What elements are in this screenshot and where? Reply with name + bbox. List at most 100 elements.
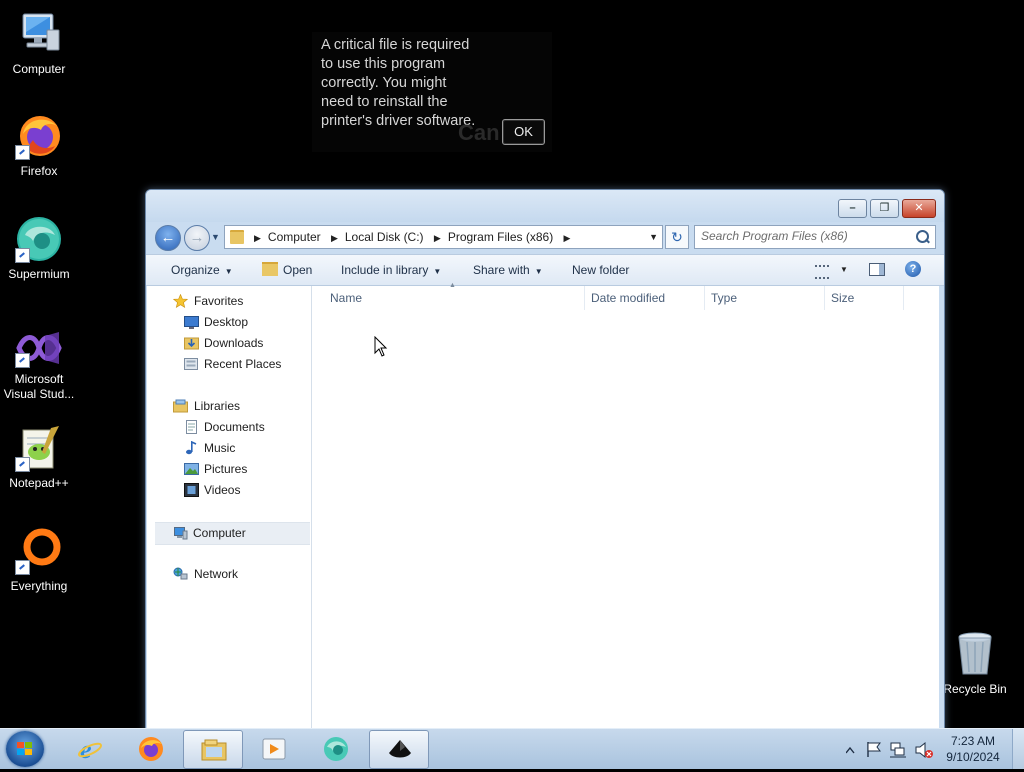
column-header-size[interactable]: Size: [825, 286, 904, 310]
supermium-icon: [15, 215, 63, 263]
desktop-icon-recycle-bin[interactable]: Recycle Bin: [940, 630, 1010, 696]
column-header-row: ▲ Name Date modified Type Size: [312, 282, 939, 310]
network-icon: [173, 567, 188, 581]
shortcut-arrow-icon: [15, 145, 30, 160]
shortcut-arrow-icon: [15, 353, 30, 368]
taskbar-internet-explorer[interactable]: e: [60, 730, 118, 767]
nav-item-computer[interactable]: Computer: [155, 522, 310, 545]
taskbar-firefox[interactable]: [121, 730, 179, 767]
breadcrumb-chevron-icon[interactable]: ▶: [254, 227, 261, 249]
clock-date: 9/10/2024: [946, 750, 1000, 764]
folder-icon: [230, 230, 244, 244]
recent-places-icon: [184, 357, 199, 371]
title-bar[interactable]: – ❐ ✕: [146, 190, 944, 222]
nav-item-videos[interactable]: Videos: [147, 480, 311, 501]
column-header-type[interactable]: Type: [705, 286, 825, 310]
breadcrumb-program-files-x86[interactable]: Program Files (x86): [448, 226, 553, 248]
nav-item-network[interactable]: Network: [147, 564, 311, 585]
nav-label: Computer: [193, 526, 246, 540]
address-dropdown-icon[interactable]: ▼: [649, 226, 658, 248]
chevron-down-icon: ▼: [534, 267, 543, 276]
view-options-dropdown-icon[interactable]: ▼: [840, 255, 848, 285]
refresh-button[interactable]: ↻: [665, 225, 689, 249]
search-box[interactable]: [694, 225, 936, 249]
taskbar-supermium[interactable]: [306, 730, 364, 767]
shortcut-arrow-icon: [15, 248, 30, 263]
include-in-library-button[interactable]: Include in library ▼: [341, 255, 441, 285]
back-button[interactable]: ←: [155, 225, 181, 251]
recent-pages-dropdown[interactable]: ▼: [211, 232, 220, 242]
desktop-icon-everything[interactable]: Everything: [0, 527, 78, 594]
network-tray-icon[interactable]: [890, 742, 906, 758]
recycle-bin-icon: [955, 630, 995, 678]
dialog-message: A critical file is required to use this …: [321, 37, 476, 129]
chevron-down-icon: ▼: [433, 267, 442, 276]
nav-label: Music: [204, 441, 236, 455]
navigation-pane: Favorites Desktop Downloads Recent Place…: [147, 286, 312, 735]
column-header-date-modified[interactable]: Date modified: [585, 286, 705, 310]
nav-item-music[interactable]: Music: [147, 438, 311, 459]
volume-muted-icon[interactable]: [915, 741, 933, 759]
taskbar-windows-explorer[interactable]: [183, 730, 243, 769]
computer-icon: [15, 10, 63, 58]
start-button[interactable]: [6, 731, 44, 767]
column-date-label: Date modified: [591, 291, 666, 305]
music-icon: [184, 440, 199, 455]
nav-item-downloads[interactable]: Downloads: [147, 333, 311, 354]
restore-button[interactable]: ❐: [870, 199, 899, 218]
new-folder-button[interactable]: New folder: [572, 255, 629, 285]
nav-item-libraries[interactable]: Libraries: [147, 396, 311, 417]
change-view-icon[interactable]: [815, 265, 829, 279]
preview-pane-icon[interactable]: [869, 263, 885, 276]
explorer-window: – ❐ ✕ ← → ▼ ▶ Computer ▶ Local Disk (C:) ▶…: [145, 189, 945, 736]
share-with-button[interactable]: Share with ▼: [473, 255, 543, 285]
desktop-icon-supermium[interactable]: Supermium: [0, 215, 78, 282]
nav-item-documents[interactable]: Documents: [147, 417, 311, 438]
forward-button[interactable]: →: [184, 225, 210, 251]
shortcut-arrow-icon: [15, 457, 30, 472]
search-input[interactable]: [701, 228, 909, 244]
nav-item-favorites[interactable]: Favorites: [147, 291, 311, 312]
desktop-icon-firefox[interactable]: Firefox: [0, 112, 78, 179]
organize-button[interactable]: Organize ▼: [171, 255, 233, 285]
address-bar[interactable]: ▶ Computer ▶ Local Disk (C:) ▶ Program File…: [224, 225, 663, 249]
visual-studio-icon: [15, 328, 63, 368]
taskbar-media-player[interactable]: [244, 730, 302, 767]
close-button[interactable]: ✕: [902, 199, 936, 218]
ok-button[interactable]: OK: [502, 119, 545, 145]
breadcrumb-chevron-icon[interactable]: ▶: [564, 227, 571, 249]
breadcrumb-chevron-icon[interactable]: ▶: [434, 227, 441, 249]
back-arrow-icon: ←: [160, 229, 176, 246]
nav-item-pictures[interactable]: Pictures: [147, 459, 311, 480]
minimize-button[interactable]: –: [838, 199, 867, 218]
chevron-down-icon: ▼: [224, 267, 233, 276]
desktop-icon-computer[interactable]: Computer: [0, 10, 78, 77]
show-hidden-icons-icon[interactable]: [845, 746, 855, 754]
file-list-pane[interactable]: ▲ Name Date modified Type Size: [312, 282, 939, 735]
nav-label: Desktop: [204, 315, 249, 329]
breadcrumb-computer[interactable]: Computer: [268, 226, 321, 248]
shortcut-arrow-icon: [15, 560, 30, 575]
search-icon[interactable]: [916, 230, 929, 243]
notepad-plus-plus-icon: [15, 424, 63, 472]
close-icon: ✕: [914, 202, 924, 214]
clock-time: 7:23 AM: [950, 734, 996, 748]
firefox-icon: [138, 736, 164, 762]
open-button[interactable]: Open: [262, 255, 312, 285]
nav-item-desktop[interactable]: Desktop: [147, 312, 311, 333]
nav-item-recent-places[interactable]: Recent Places: [147, 354, 311, 375]
show-desktop-button[interactable]: [1012, 729, 1024, 769]
breadcrumb-chevron-icon[interactable]: ▶: [331, 227, 338, 249]
nav-label: Favorites: [194, 294, 244, 308]
system-clock[interactable]: 7:23 AM 9/10/2024: [938, 733, 1008, 765]
unknown-app-icon: [387, 737, 413, 763]
column-header-name[interactable]: Name: [312, 286, 585, 310]
help-icon[interactable]: ?: [905, 261, 921, 277]
desktop-icon-notepad-plus-plus[interactable]: Notepad++: [0, 424, 78, 491]
taskbar-unknown-app[interactable]: [369, 730, 429, 769]
breadcrumb-local-disk[interactable]: Local Disk (C:): [345, 226, 424, 248]
desktop-icon-visual-studio[interactable]: Microsoft Visual Stud...: [0, 328, 78, 402]
organize-label: Organize: [171, 263, 220, 277]
action-center-flag-icon[interactable]: [867, 742, 881, 757]
open-folder-icon: [262, 262, 278, 276]
